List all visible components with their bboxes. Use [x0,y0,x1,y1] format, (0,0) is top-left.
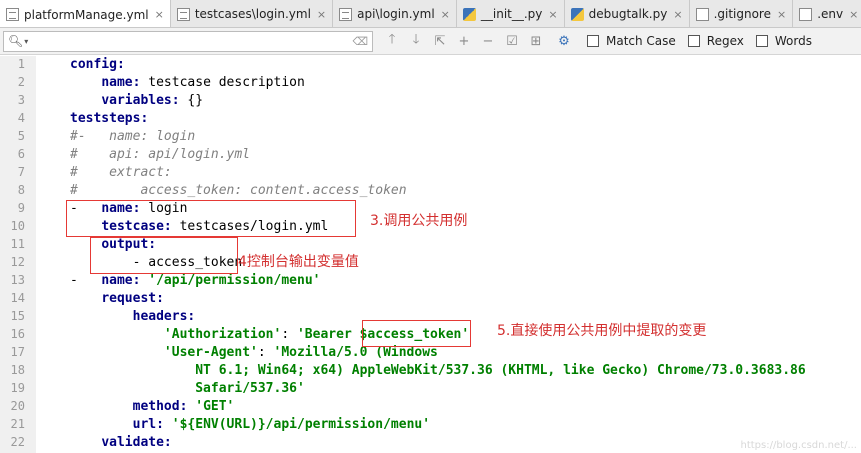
line-number: 7 [17,165,25,179]
line-number: 9 [17,201,25,215]
annotation-call-testcase: 3.调用公共用例 [370,213,468,229]
ide-window: { "tabs":[ {"label":"platformManage.yml"… [0,0,861,453]
line-number: 5 [17,129,25,143]
line-number: 15 [10,309,25,323]
yml-file-icon [176,7,190,21]
annotation-box-output [90,237,238,274]
remove-occurrence-icon[interactable]: − [477,30,499,52]
line-number: 11 [10,237,25,251]
settings-gear-icon[interactable]: ⚙ [553,30,575,52]
find-all-icon[interactable]: ⇱ [429,30,451,52]
yml-file-icon [6,8,19,21]
filter-icon[interactable]: ⊞ [525,30,547,52]
watermark: https://blog.csdn.net/... [740,440,857,451]
add-occurrence-icon[interactable]: + [453,30,475,52]
code-line[interactable]: Safari/537.36' [70,380,305,398]
line-number: 17 [10,345,25,359]
tab-label: platformManage.yml [24,7,149,22]
clear-search-icon[interactable]: ⌫ [352,35,368,48]
line-number: 4 [17,111,25,125]
tab-label: debugtalk.py [588,7,668,21]
annotation-use-token: 5.直接使用公共用例中提取的变更 [497,323,707,339]
code-line[interactable]: # access_token: content.access_token [70,182,407,200]
tab-4[interactable]: debugtalk.py × [565,0,690,27]
yml-file-icon [339,7,353,21]
tab-label: __init__.py [480,7,543,21]
tab-1[interactable]: testcases\login.yml × [171,0,334,27]
editor-tab-bar: platformManage.yml × testcases\login.yml × a… [0,0,861,28]
annotation-output-var: 4控制台输出变量值 [238,254,359,270]
tab-label: api\login.yml [357,7,435,21]
match-case-checkbox[interactable]: Match Case [587,34,676,48]
close-tab-icon[interactable]: × [155,8,164,21]
line-number: 16 [10,327,25,341]
code-line[interactable]: method: 'GET' [70,398,235,416]
line-number: 22 [10,435,25,449]
search-input[interactable] [32,34,353,48]
close-tab-icon[interactable]: × [849,8,858,21]
search-history-dropdown-icon[interactable]: ▾ [24,37,28,46]
code-line[interactable]: NT 6.1; Win64; x64) AppleWebKit/537.36 (… [70,362,805,380]
tab-6[interactable]: .env × [793,0,861,27]
code-line[interactable]: # api: api/login.yml [70,146,250,164]
line-number: 12 [10,255,25,269]
search-icon[interactable]: 🔍︎ [8,34,23,48]
python-file-icon [570,7,584,21]
code-line[interactable]: #- name: login [70,128,195,146]
line-number: 1 [17,57,25,71]
code-line[interactable]: request: [70,290,164,308]
line-number: 19 [10,381,25,395]
close-tab-icon[interactable]: × [441,8,450,21]
find-toolbar: 🔍︎ ▾ ⌫ 🡑 🡓 ⇱ + − ☑ ⊞ ⚙ Match Case Regex W… [0,28,861,55]
line-number: 14 [10,291,25,305]
line-number-gutter: 1 2 3 4 5 6 7 8 9 10 11 12 13 14 15 16 17 18 19 20 21 22 [0,56,36,453]
line-number: 18 [10,363,25,377]
close-tab-icon[interactable]: × [548,8,557,21]
line-number: 8 [17,183,25,197]
annotation-box-token [362,320,471,347]
line-number: 13 [10,273,25,287]
fold-gutter [36,56,64,453]
annotation-box-testcase [66,200,356,237]
code-line[interactable]: url: '${ENV(URL)}/api/permission/menu' [70,416,430,434]
tab-label: testcases\login.yml [194,7,311,21]
python-file-icon [462,7,476,21]
line-number: 2 [17,75,25,89]
select-all-occurrences-icon[interactable]: ☑ [501,30,523,52]
tab-label: .env [817,7,844,21]
code-line[interactable]: name: testcase description [70,74,305,92]
words-label: Words [774,34,812,48]
close-tab-icon[interactable]: × [777,8,786,21]
line-number: 6 [17,147,25,161]
line-number: 10 [10,219,25,233]
code-line[interactable]: teststeps: [70,110,148,128]
env-file-icon [799,7,813,21]
tab-3[interactable]: __init__.py × [457,0,565,27]
gitignore-file-icon [695,7,709,21]
code-line[interactable]: - name: '/api/permission/menu' [70,272,320,290]
search-field[interactable]: 🔍︎ ▾ ⌫ [3,30,373,52]
tab-label: .gitignore [713,7,771,21]
regex-label: Regex [706,34,744,48]
tab-5[interactable]: .gitignore × [690,0,794,27]
close-tab-icon[interactable]: × [317,8,326,21]
code-line[interactable]: # extract: [70,164,172,182]
close-tab-icon[interactable]: × [673,8,682,21]
code-editor[interactable]: 1 2 3 4 5 6 7 8 9 10 11 12 13 14 15 16 17 18 19 20 21 22 conf… [0,56,861,453]
tab-0[interactable]: platformManage.yml × [0,0,171,27]
code-line[interactable]: variables: {} [70,92,203,110]
match-case-label: Match Case [606,34,676,48]
words-checkbox[interactable]: Words [755,34,812,48]
regex-checkbox[interactable]: Regex [687,34,744,48]
line-number: 3 [17,93,25,107]
tab-2[interactable]: api\login.yml × [333,0,457,27]
line-number: 21 [10,417,25,431]
next-occurrence-icon[interactable]: 🡓 [405,30,427,52]
code-line[interactable]: headers: [70,308,196,326]
code-line[interactable]: config: [70,56,125,74]
code-line[interactable]: validate: [70,434,171,452]
previous-occurrence-icon[interactable]: 🡑 [381,30,403,52]
line-number: 20 [10,399,25,413]
